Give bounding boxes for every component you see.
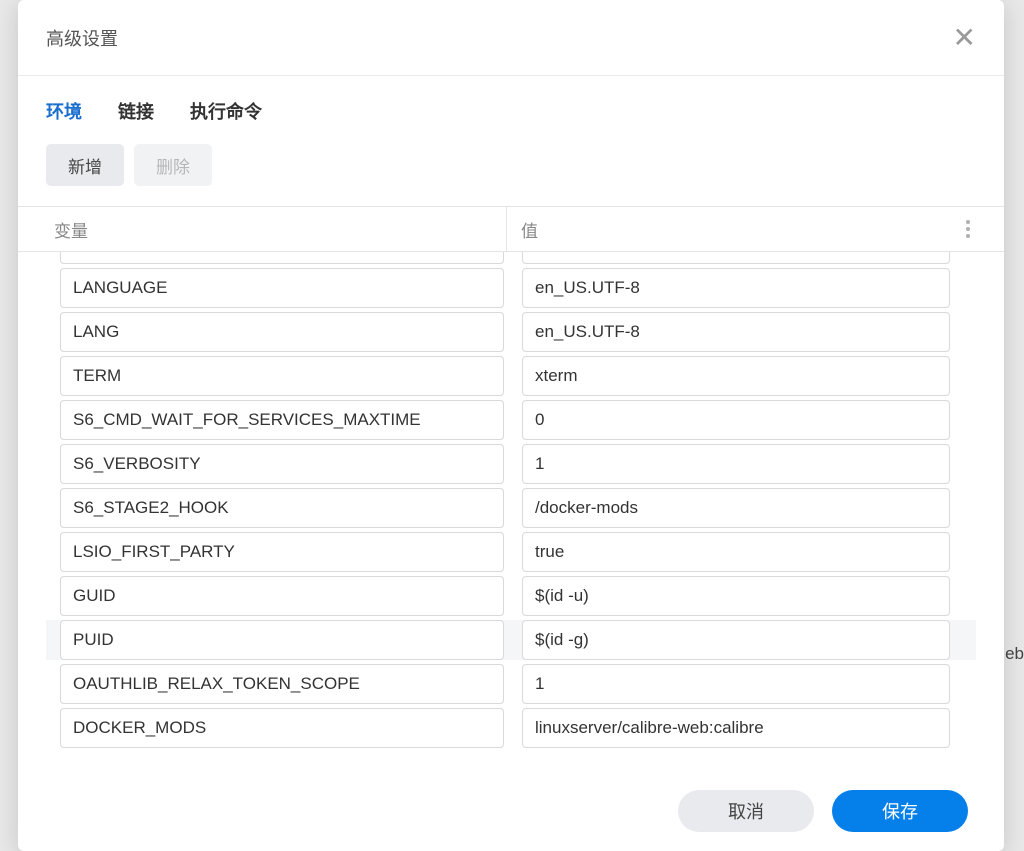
- env-var-input[interactable]: [60, 488, 504, 528]
- table-row[interactable]: [46, 708, 976, 748]
- background-fragment: eb: [1005, 644, 1024, 664]
- advanced-settings-modal: 高级设置 ✕ 环境 链接 执行命令 新增 删除 变量 值 取消 保存: [18, 0, 1004, 851]
- table-row[interactable]: [46, 400, 976, 440]
- tab-commands[interactable]: 执行命令: [190, 98, 262, 124]
- env-var-input[interactable]: [60, 664, 504, 704]
- env-value-input[interactable]: [522, 488, 950, 528]
- tab-environment[interactable]: 环境: [46, 98, 82, 124]
- modal-footer: 取消 保存: [18, 771, 1004, 851]
- add-button[interactable]: 新增: [46, 144, 124, 186]
- env-value-input[interactable]: [522, 312, 950, 352]
- env-value-input[interactable]: [522, 356, 950, 396]
- env-value-input[interactable]: [522, 620, 950, 660]
- table-row[interactable]: [46, 312, 976, 352]
- env-var-input[interactable]: [60, 444, 504, 484]
- env-var-input[interactable]: [60, 268, 504, 308]
- env-var-input[interactable]: [60, 708, 504, 748]
- table-row[interactable]: [46, 252, 976, 264]
- column-header-value: 值: [506, 207, 976, 251]
- toolbar: 新增 删除: [18, 140, 1004, 206]
- env-var-input[interactable]: [60, 400, 504, 440]
- table-row[interactable]: [46, 268, 976, 308]
- env-table-body[interactable]: [18, 252, 1004, 771]
- env-var-input[interactable]: [60, 312, 504, 352]
- save-button[interactable]: 保存: [832, 790, 968, 832]
- env-value-input[interactable]: [522, 268, 950, 308]
- env-var-input[interactable]: [60, 356, 504, 396]
- modal-header: 高级设置 ✕: [18, 0, 1004, 76]
- env-value-input[interactable]: [522, 708, 950, 748]
- env-var-input[interactable]: [60, 252, 504, 264]
- env-value-input[interactable]: [522, 400, 950, 440]
- env-value-input[interactable]: [522, 252, 950, 264]
- tab-links[interactable]: 链接: [118, 98, 154, 124]
- table-row[interactable]: [46, 488, 976, 528]
- env-value-input[interactable]: [522, 444, 950, 484]
- close-icon[interactable]: ✕: [953, 24, 976, 52]
- table-header: 变量 值: [18, 206, 1004, 252]
- tab-bar: 环境 链接 执行命令: [18, 76, 1004, 140]
- table-row[interactable]: [46, 664, 976, 704]
- env-var-input[interactable]: [60, 576, 504, 616]
- table-row[interactable]: [46, 444, 976, 484]
- column-header-variable: 变量: [46, 217, 506, 242]
- modal-title: 高级设置: [46, 25, 118, 51]
- env-value-input[interactable]: [522, 664, 950, 704]
- env-var-input[interactable]: [60, 532, 504, 572]
- table-row[interactable]: [46, 356, 976, 396]
- env-value-input[interactable]: [522, 576, 950, 616]
- table-row[interactable]: [46, 532, 976, 572]
- table-row[interactable]: [46, 620, 976, 660]
- env-value-input[interactable]: [522, 532, 950, 572]
- column-menu-icon[interactable]: [960, 214, 976, 244]
- table-row[interactable]: [46, 576, 976, 616]
- env-var-input[interactable]: [60, 620, 504, 660]
- cancel-button[interactable]: 取消: [678, 790, 814, 832]
- delete-button[interactable]: 删除: [134, 144, 212, 186]
